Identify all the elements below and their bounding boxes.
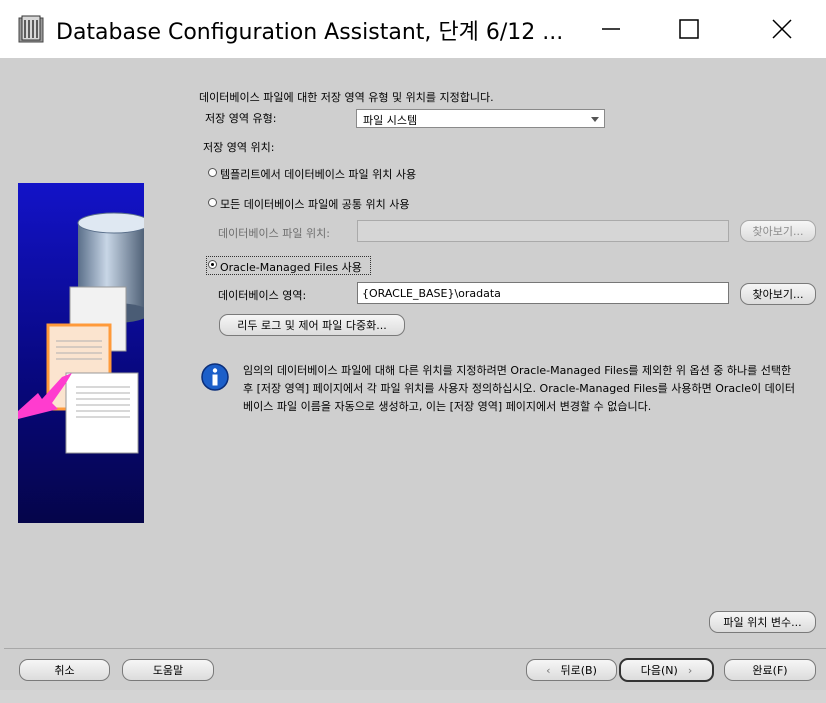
app-icon xyxy=(18,15,44,43)
info-message: 임의의 데이터베이스 파일에 대해 다른 위치를 지정하려면 Oracle-Ma… xyxy=(243,364,795,413)
radio-oracle-managed-files[interactable] xyxy=(208,260,217,269)
browse-db-area-button[interactable]: 찾아보기... xyxy=(740,283,816,305)
minimize-button[interactable] xyxy=(586,0,636,58)
db-file-location-label: 데이터베이스 파일 위치: xyxy=(218,227,330,240)
window-bottom-edge xyxy=(0,690,826,703)
multiplex-redo-control-button[interactable]: 리두 로그 및 제어 파일 다중화... xyxy=(219,314,405,336)
storage-type-label: 저장 영역 유형: xyxy=(205,112,277,125)
chevron-left-icon: ‹ xyxy=(546,663,551,677)
file-location-variables-button[interactable]: 파일 위치 변수... xyxy=(709,611,816,633)
storage-location-label: 저장 영역 위치: xyxy=(203,141,275,154)
wizard-illustration xyxy=(18,183,144,523)
help-button[interactable]: 도움말 xyxy=(122,659,214,681)
back-button[interactable]: ‹ 뒤로(B) xyxy=(526,659,617,681)
back-label: 뒤로(B) xyxy=(560,664,597,677)
finish-button[interactable]: 완료(F) xyxy=(724,659,816,681)
cancel-button[interactable]: 취소 xyxy=(19,659,110,681)
info-icon xyxy=(201,363,229,391)
next-label: 다음(N) xyxy=(640,664,678,677)
radio-omf-label[interactable]: Oracle-Managed Files 사용 xyxy=(220,259,362,275)
close-icon xyxy=(772,19,792,39)
footer-divider xyxy=(4,648,826,649)
db-area-value: {ORACLE_BASE}\oradata xyxy=(362,287,501,300)
maximize-icon xyxy=(679,19,699,39)
close-button[interactable] xyxy=(757,0,807,58)
chevron-down-icon xyxy=(591,117,599,122)
window-title: Database Configuration Assistant, 단계 6/1… xyxy=(56,20,564,45)
radio-template-location[interactable] xyxy=(208,168,217,177)
storage-type-select[interactable]: 파일 시스템 xyxy=(356,109,605,128)
storage-type-value: 파일 시스템 xyxy=(363,114,418,127)
chevron-right-icon: › xyxy=(687,663,693,677)
db-area-label: 데이터베이스 영역: xyxy=(218,289,307,302)
radio-template-label[interactable]: 템플리트에서 데이터베이스 파일 위치 사용 xyxy=(220,166,416,182)
db-area-input[interactable]: {ORACLE_BASE}\oradata xyxy=(357,282,729,304)
next-button[interactable]: 다음(N) › xyxy=(619,658,714,682)
minimize-icon xyxy=(602,28,620,30)
db-file-location-input[interactable] xyxy=(357,220,729,242)
radio-common-label[interactable]: 모든 데이터베이스 파일에 공통 위치 사용 xyxy=(220,196,410,212)
page-heading: 데이터베이스 파일에 대한 저장 영역 유형 및 위치를 지정합니다. xyxy=(199,91,494,104)
maximize-button[interactable] xyxy=(664,0,714,58)
title-bar: Database Configuration Assistant, 단계 6/1… xyxy=(0,0,826,58)
browse-file-location-button[interactable]: 찾아보기... xyxy=(740,220,816,242)
radio-common-location[interactable] xyxy=(208,198,217,207)
